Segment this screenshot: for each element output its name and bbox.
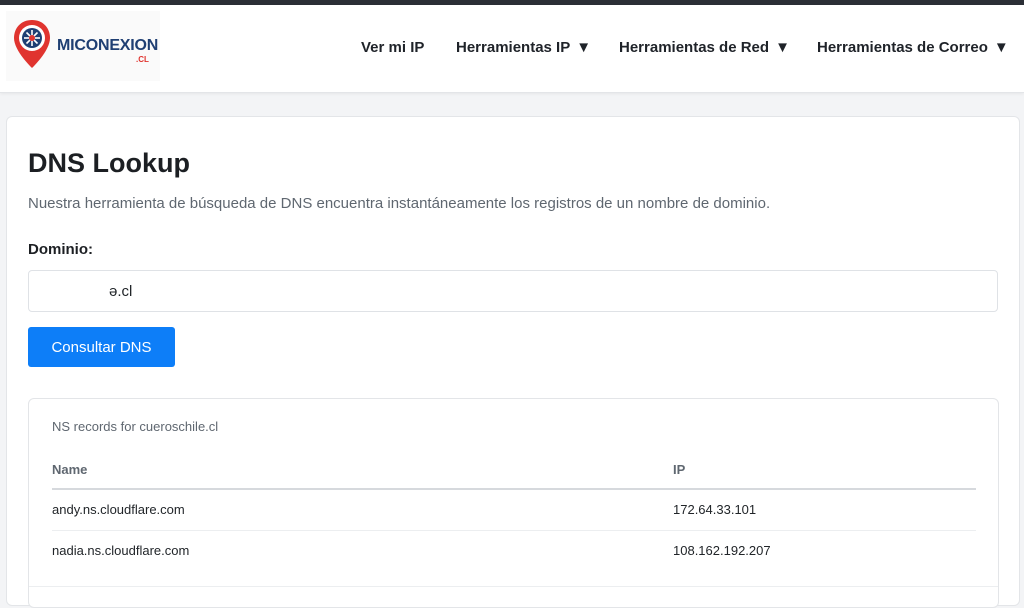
logo-text: MICONEXION bbox=[57, 37, 159, 54]
dropdown-arrow-icon: ▼ bbox=[775, 39, 790, 56]
nav-herramientas-red-label: Herramientas de Red bbox=[619, 39, 770, 56]
divider bbox=[29, 586, 998, 587]
consultar-dns-button[interactable]: Consultar DNS bbox=[28, 327, 175, 367]
nav-ver-mi-ip[interactable]: Ver mi IP bbox=[361, 39, 424, 56]
nav-herramientas-red[interactable]: Herramientas de Red ▼ bbox=[619, 39, 790, 56]
record-name: nadia.ns.cloudflare.com bbox=[52, 543, 190, 559]
domain-label: Dominio: bbox=[28, 241, 93, 258]
record-ip: 172.64.33.101 bbox=[673, 489, 976, 531]
page-title: DNS Lookup bbox=[28, 148, 190, 178]
nav-ver-mi-ip-label: Ver mi IP bbox=[361, 39, 425, 56]
page-description: Nuestra herramienta de búsqueda de DNS e… bbox=[28, 195, 771, 212]
table-row: andy.ns.cloudflare.com 172.64.33.101 bbox=[52, 489, 976, 531]
logo-pin-icon bbox=[14, 20, 50, 68]
record-ip: 108.162.192.207 bbox=[673, 543, 771, 559]
ns-records-table: Name IP andy.ns.cloudflare.com 172.64.33… bbox=[52, 451, 976, 571]
dropdown-arrow-icon: ▼ bbox=[576, 39, 592, 56]
results-caption: NS records for cueroschile.cl bbox=[52, 419, 219, 434]
nav-herramientas-ip-label: Herramientas IP bbox=[456, 39, 571, 56]
column-header-name: Name bbox=[52, 451, 673, 490]
record-name: andy.ns.cloudflare.com bbox=[52, 489, 673, 531]
nav-herramientas-correo-label: Herramientas de Correo bbox=[817, 39, 988, 56]
navbar: MICONEXION .CL Ver mi IP Herramientas IP… bbox=[0, 5, 1024, 93]
domain-input[interactable] bbox=[28, 270, 998, 312]
nav-herramientas-ip[interactable]: Herramientas IP ▼ bbox=[456, 39, 591, 56]
column-header-ip: IP bbox=[673, 451, 976, 490]
table-row: nadia.ns.cloudflare.com 108.162.192.207 bbox=[52, 530, 976, 571]
dropdown-arrow-icon: ▼ bbox=[993, 39, 1009, 56]
logo-tld: .CL bbox=[136, 55, 149, 64]
nav-herramientas-correo[interactable]: Herramientas de Correo ▼ bbox=[817, 39, 1009, 56]
results-panel: NS records for cueroschile.cl Name IP an… bbox=[28, 398, 999, 608]
dns-lookup-card: DNS Lookup Nuestra herramienta de búsque… bbox=[6, 116, 1020, 608]
site-logo[interactable]: MICONEXION .CL bbox=[6, 11, 160, 81]
table-header-row: Name IP bbox=[52, 451, 976, 490]
